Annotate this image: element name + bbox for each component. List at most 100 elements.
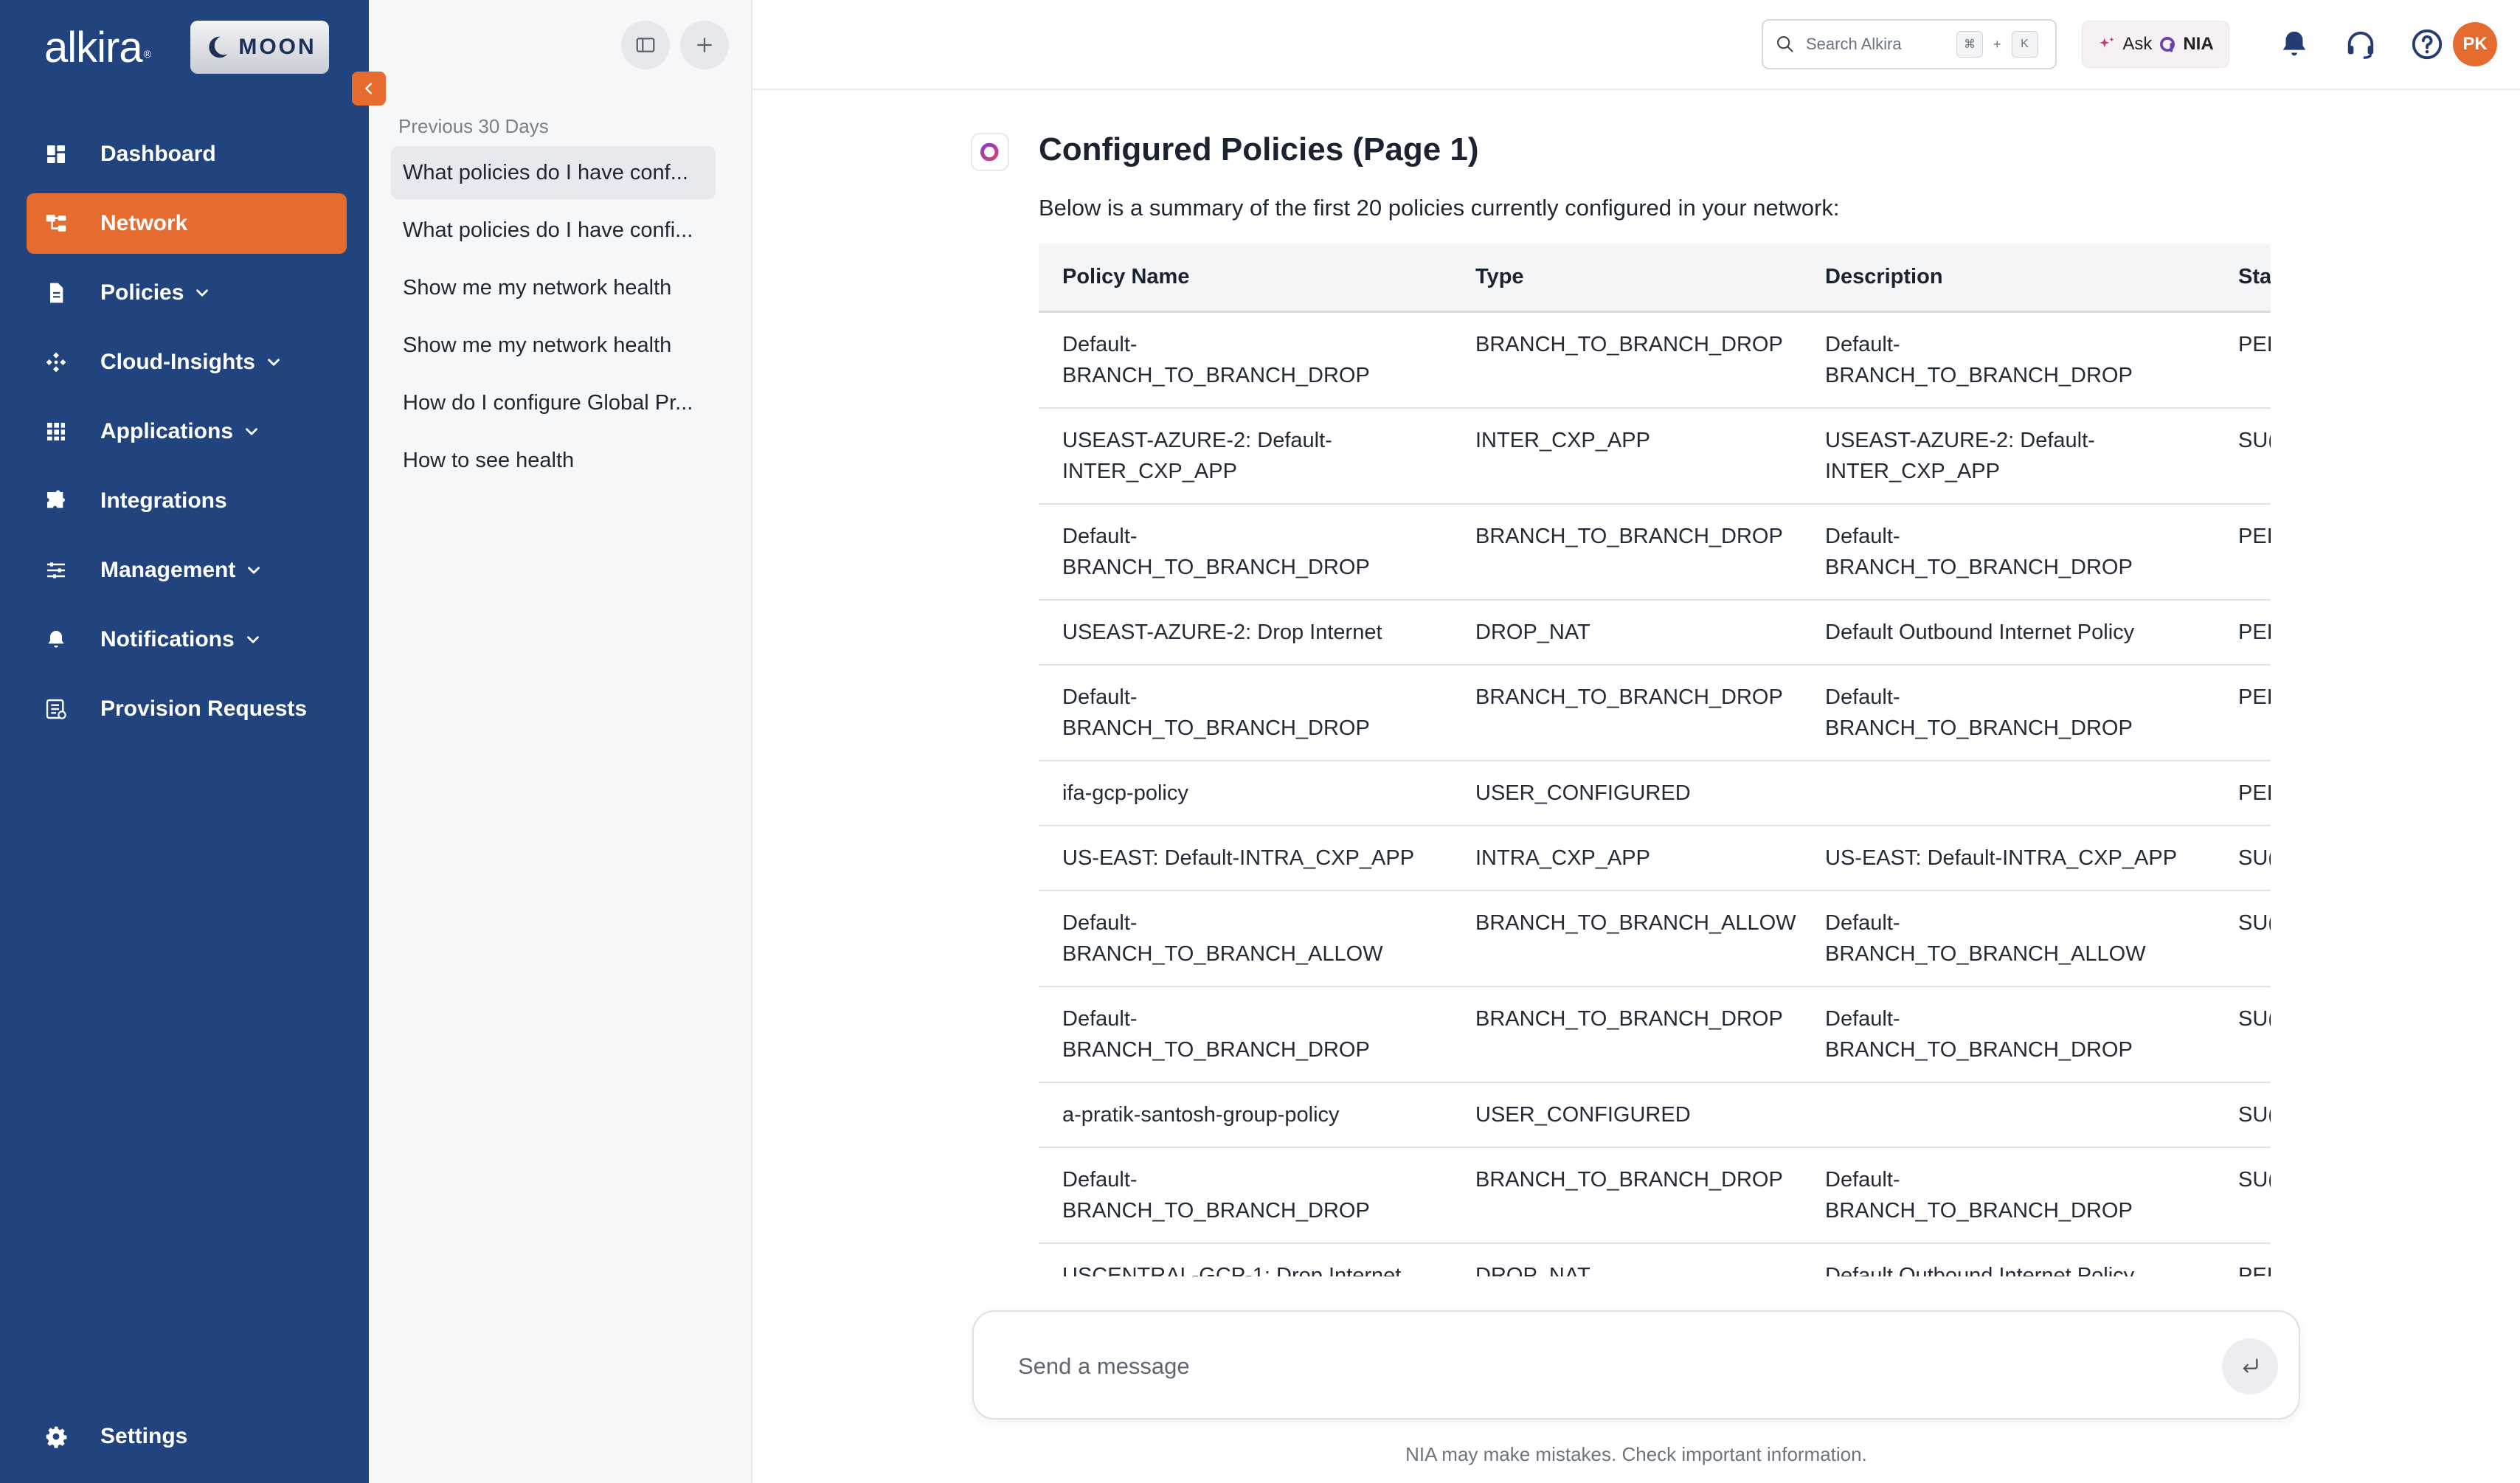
table-cell: PEI <box>2215 503 2271 601</box>
nav-item-settings[interactable]: Settings <box>27 1406 347 1467</box>
network-icon <box>46 215 66 232</box>
user-avatar[interactable]: PK <box>2453 22 2497 66</box>
nav-item-notifications[interactable]: Notifications <box>27 609 347 670</box>
table-row: ifa-gcp-policy USER_CONFIGURED PEI <box>1039 760 2271 826</box>
table-cell: USEAST-AZURE-2: Default- INTER_CXP_APP <box>1801 407 2215 505</box>
table-cell: BRANCH_TO_BRANCH_ALLOW <box>1452 890 1801 987</box>
history-section-heading: Previous 30 Days <box>398 115 549 137</box>
logo-text: alkira <box>44 23 143 72</box>
grid-icon <box>47 423 65 440</box>
plus-icon <box>697 38 712 52</box>
table-header-row: Policy Name Type Description Sta <box>1039 243 2271 313</box>
enter-icon <box>2243 1358 2258 1373</box>
table-cell: Default- BRANCH_TO_BRANCH_DROP <box>1039 1147 1452 1244</box>
table-cell: USCENTRAL-GCP-1: Drop Internet <box>1039 1242 1452 1276</box>
history-list: What policies do I have conf... What poli… <box>391 146 716 491</box>
chevron-left-icon <box>365 83 372 94</box>
global-search[interactable]: ⌘ + K <box>1762 19 2057 69</box>
history-item[interactable]: How to see health <box>391 434 716 487</box>
puzzle-icon <box>47 490 65 508</box>
table-cell: a-pratik-santosh-group-policy <box>1039 1082 1452 1148</box>
table-cell: PEI <box>2215 664 2271 761</box>
policies-table-container[interactable]: Policy Name Type Description Sta Default- B… <box>1039 243 2271 1276</box>
search-input[interactable] <box>1806 35 1946 54</box>
history-item[interactable]: Show me my network health <box>391 319 716 372</box>
table-cell: BRANCH_TO_BRANCH_DROP <box>1452 311 1801 409</box>
nav-item-label: Notifications <box>100 627 235 651</box>
disclaimer-text: NIA may make mistakes. Check important i… <box>1405 1443 1867 1465</box>
nav-item-provision-requests[interactable]: Provision Requests <box>27 679 347 739</box>
table-row: Default- BRANCH_TO_BRANCH_DROP BRANCH_TO_… <box>1039 503 2271 601</box>
nav-item-management[interactable]: Management <box>27 540 347 601</box>
column-header-type: Type <box>1452 243 1801 313</box>
table-cell: BRANCH_TO_BRANCH_DROP <box>1452 664 1801 761</box>
collapse-sidebar-button[interactable] <box>352 72 386 106</box>
nav-item-network[interactable]: Network <box>27 193 347 254</box>
ask-nia-button[interactable]: Ask NIA <box>2082 21 2229 68</box>
toggle-panel-button[interactable] <box>621 21 670 69</box>
chevron-down-icon <box>248 567 260 574</box>
table-cell: INTRA_CXP_APP <box>1452 825 1801 891</box>
notifications-button[interactable] <box>2272 22 2316 66</box>
chat-history-panel: Previous 30 Days What policies do I have… <box>369 0 752 1483</box>
send-button[interactable] <box>2222 1338 2278 1394</box>
main-sidebar: alkira ® MOON Dashboard Network Policies Clo… <box>0 0 369 1483</box>
table-cell: Default- BRANCH_TO_BRANCH_DROP <box>1801 503 2215 601</box>
history-item[interactable]: What policies do I have confi... <box>391 204 716 257</box>
message-input[interactable] <box>1018 1344 2125 1389</box>
shortcut-separator: + <box>1993 36 2001 52</box>
column-header-sta: Sta <box>2215 243 2271 313</box>
history-item[interactable]: How do I configure Global Pr... <box>391 376 716 429</box>
table-cell: DROP_NAT <box>1452 1242 1801 1276</box>
help-icon <box>2412 29 2443 60</box>
table-cell: ifa-gcp-policy <box>1039 760 1452 826</box>
table-cell: BRANCH_TO_BRANCH_DROP <box>1452 503 1801 601</box>
support-button[interactable] <box>2339 22 2383 66</box>
nav-item-label: Network <box>100 211 188 235</box>
nav-item-dashboard[interactable]: Dashboard <box>27 124 347 184</box>
nav-item-policies[interactable]: Policies <box>27 263 347 323</box>
history-item[interactable]: What policies do I have conf... <box>391 146 716 199</box>
new-chat-button[interactable] <box>680 21 729 69</box>
sliders-icon <box>47 562 65 578</box>
nia-avatar-icon <box>971 133 1009 171</box>
nav-item-label: Cloud-Insights <box>100 350 255 374</box>
column-header-description: Description <box>1801 243 2215 313</box>
cloud-insights-icon <box>46 352 66 373</box>
table-cell: BRANCH_TO_BRANCH_DROP <box>1452 1147 1801 1244</box>
table-cell: PEI <box>2215 760 2271 826</box>
nav-item-cloud-insights[interactable]: Cloud-Insights <box>27 332 347 393</box>
history-item[interactable]: Show me my network health <box>391 261 716 314</box>
nia-label: NIA <box>2183 34 2214 54</box>
top-bar: ⌘ + K Ask NIA <box>752 0 2520 90</box>
bell-icon <box>2282 31 2306 56</box>
table-body: Default- BRANCH_TO_BRANCH_DROP BRANCH_TO_… <box>1039 311 2271 1276</box>
moon-icon <box>209 36 228 58</box>
help-button[interactable] <box>2405 22 2449 66</box>
table-cell <box>1801 1082 2215 1148</box>
nav-item-label: Settings <box>100 1424 188 1448</box>
nia-logo-icon <box>2160 37 2175 52</box>
table-cell: SU( <box>2215 890 2271 987</box>
moon-badge-label: MOON <box>238 35 316 59</box>
table-cell: USEAST-AZURE-2: Drop Internet <box>1039 599 1452 666</box>
table-cell: Default- BRANCH_TO_BRANCH_DROP <box>1039 503 1452 601</box>
table-row: US-EAST: Default-INTRA_CXP_APP INTRA_CXP_… <box>1039 825 2271 891</box>
moon-badge[interactable]: MOON <box>190 21 329 74</box>
alkira-logo[interactable]: alkira ® <box>44 21 151 74</box>
message-composer <box>972 1310 2300 1420</box>
sidebar-panel-icon <box>636 38 655 52</box>
table-cell: DROP_NAT <box>1452 599 1801 666</box>
table-cell: US-EAST: Default-INTRA_CXP_APP <box>1039 825 1452 891</box>
table-cell: SU( <box>2215 825 2271 891</box>
nav-item-integrations[interactable]: Integrations <box>27 471 347 531</box>
shortcut-key-k: K <box>2011 31 2038 58</box>
nav-item-label: Dashboard <box>100 142 216 166</box>
table-cell: Default- BRANCH_TO_BRANCH_ALLOW <box>1801 890 2215 987</box>
table-cell: Default- BRANCH_TO_BRANCH_DROP <box>1039 664 1452 761</box>
table-cell: Default- BRANCH_TO_BRANCH_ALLOW <box>1039 890 1452 987</box>
table-cell: PEI <box>2215 311 2271 409</box>
nav-item-label: Applications <box>100 419 234 443</box>
nav-item-applications[interactable]: Applications <box>27 401 347 462</box>
table-row: USEAST-AZURE-2: Drop Internet DROP_NAT Def… <box>1039 599 2271 666</box>
